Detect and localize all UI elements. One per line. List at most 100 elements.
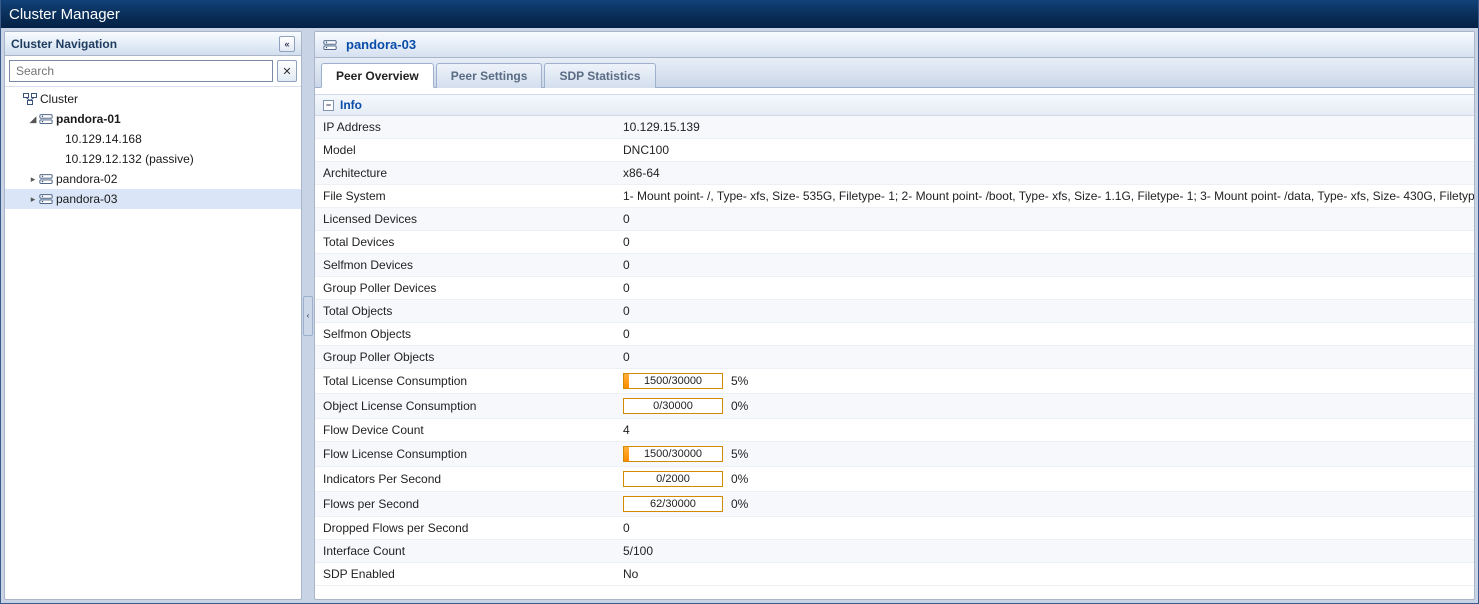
- info-grid: IP Address 10.129.15.139 Model DNC100 Ar…: [315, 116, 1474, 586]
- info-value: 1500/30000 5%: [615, 369, 1474, 394]
- info-value: 1500/30000 5%: [615, 442, 1474, 467]
- server-icon: [39, 193, 53, 205]
- info-label: Selfmon Devices: [315, 254, 615, 277]
- progress-percent: 0%: [731, 472, 759, 486]
- progress-percent: 0%: [731, 497, 759, 511]
- info-label: Selfmon Objects: [315, 323, 615, 346]
- tree-node-pandora-02[interactable]: ▸ pandora-02: [5, 169, 301, 189]
- progress-label: 0/2000: [656, 473, 690, 485]
- tab-label: SDP Statistics: [559, 69, 640, 83]
- expander-icon[interactable]: ▸: [27, 194, 39, 205]
- search-input[interactable]: [9, 60, 273, 82]
- app-title: Cluster Manager: [9, 6, 120, 23]
- progress-bar: 1500/30000: [623, 446, 723, 462]
- tree-leaf[interactable]: 10.129.14.168: [5, 129, 301, 149]
- info-label: File System: [315, 185, 615, 208]
- expander-icon[interactable]: ▸: [27, 174, 39, 185]
- expander-icon[interactable]: ◢: [27, 114, 39, 125]
- tab-label: Peer Overview: [336, 69, 419, 83]
- search-clear-button[interactable]: ✕: [277, 60, 297, 82]
- app-titlebar: Cluster Manager: [1, 0, 1478, 28]
- info-label: Total Objects: [315, 300, 615, 323]
- info-value: 0: [615, 517, 1474, 540]
- info-label: Flows per Second: [315, 492, 615, 517]
- progress-label: 0/30000: [653, 400, 693, 412]
- info-label: Architecture: [315, 162, 615, 185]
- progress-bar: 0/30000: [623, 398, 723, 414]
- splitter[interactable]: ‹: [305, 31, 311, 600]
- content-title: pandora-03: [346, 37, 416, 52]
- server-icon: [39, 173, 53, 185]
- tab-peer overview[interactable]: Peer Overview: [321, 63, 434, 88]
- tree-node-label: pandora-03: [56, 192, 117, 206]
- progress-percent: 5%: [731, 374, 759, 388]
- progress-label: 62/30000: [650, 498, 696, 510]
- info-value: 4: [615, 419, 1474, 442]
- tree-root-label: Cluster: [40, 92, 78, 106]
- content-header: pandora-03: [315, 32, 1474, 58]
- info-value: 62/30000 0%: [615, 492, 1474, 517]
- sidebar-panel: Cluster Navigation « ✕ Cluster ◢ pandora…: [4, 31, 302, 600]
- info-label: Indicators Per Second: [315, 467, 615, 492]
- info-value: 0: [615, 277, 1474, 300]
- info-label: Group Poller Objects: [315, 346, 615, 369]
- info-value: No: [615, 563, 1474, 586]
- info-label: Flow License Consumption: [315, 442, 615, 467]
- info-value: 0: [615, 231, 1474, 254]
- tab-peer settings[interactable]: Peer Settings: [436, 63, 543, 88]
- tree-leaf-label: 10.129.14.168: [65, 132, 142, 146]
- info-section-header: − Info: [315, 94, 1474, 116]
- tree-node-pandora-03[interactable]: ▸ pandora-03: [5, 189, 301, 209]
- info-label: Group Poller Devices: [315, 277, 615, 300]
- tab-label: Peer Settings: [451, 69, 528, 83]
- info-value: DNC100: [615, 139, 1474, 162]
- info-label: IP Address: [315, 116, 615, 139]
- progress-label: 1500/30000: [644, 375, 702, 387]
- info-label: Interface Count: [315, 540, 615, 563]
- progress-percent: 5%: [731, 447, 759, 461]
- tree-node-label: pandora-01: [56, 112, 121, 126]
- close-icon: ✕: [282, 66, 291, 78]
- sidebar-title: Cluster Navigation: [11, 37, 117, 51]
- info-value: 10.129.15.139: [615, 116, 1474, 139]
- tree-root[interactable]: Cluster: [5, 89, 301, 109]
- info-label: Total Devices: [315, 231, 615, 254]
- info-value: x86-64: [615, 162, 1474, 185]
- info-value: 0: [615, 346, 1474, 369]
- server-icon: [323, 39, 337, 51]
- info-value: 1- Mount point- /, Type- xfs, Size- 535G…: [615, 185, 1474, 208]
- info-label: SDP Enabled: [315, 563, 615, 586]
- info-value: 5/100: [615, 540, 1474, 563]
- splitter-handle[interactable]: ‹: [303, 296, 313, 336]
- info-value: 0: [615, 254, 1474, 277]
- info-label: Flow Device Count: [315, 419, 615, 442]
- info-value: 0/30000 0%: [615, 394, 1474, 419]
- info-value: 0: [615, 323, 1474, 346]
- info-value: 0/2000 0%: [615, 467, 1474, 492]
- info-label: Licensed Devices: [315, 208, 615, 231]
- cluster-icon: [23, 93, 37, 105]
- progress-bar: 0/2000: [623, 471, 723, 487]
- tree-node-label: pandora-02: [56, 172, 117, 186]
- sidebar-collapse-button[interactable]: «: [279, 36, 295, 52]
- sidebar-header: Cluster Navigation «: [5, 32, 301, 56]
- section-collapse-button[interactable]: −: [323, 100, 334, 111]
- tree-node-pandora-01[interactable]: ◢ pandora-01: [5, 109, 301, 129]
- tree-leaf[interactable]: 10.129.12.132 (passive): [5, 149, 301, 169]
- server-icon: [39, 113, 53, 125]
- section-title: Info: [340, 98, 362, 112]
- content-panel: pandora-03 Peer Overview Peer Settings S…: [314, 31, 1475, 600]
- progress-bar: 1500/30000: [623, 373, 723, 389]
- chevron-left-icon: ‹: [307, 311, 310, 320]
- info-label: Dropped Flows per Second: [315, 517, 615, 540]
- progress-bar: 62/30000: [623, 496, 723, 512]
- tab-bar: Peer Overview Peer Settings SDP Statisti…: [315, 58, 1474, 88]
- info-label: Total License Consumption: [315, 369, 615, 394]
- progress-label: 1500/30000: [644, 448, 702, 460]
- tree-leaf-label: 10.129.12.132 (passive): [65, 152, 194, 166]
- main-area: Cluster Navigation « ✕ Cluster ◢ pandora…: [1, 28, 1478, 603]
- info-label: Object License Consumption: [315, 394, 615, 419]
- tab-sdp statistics[interactable]: SDP Statistics: [544, 63, 655, 88]
- progress-percent: 0%: [731, 399, 759, 413]
- cluster-tree[interactable]: Cluster ◢ pandora-01 10.129.14.168 10.12…: [5, 87, 301, 599]
